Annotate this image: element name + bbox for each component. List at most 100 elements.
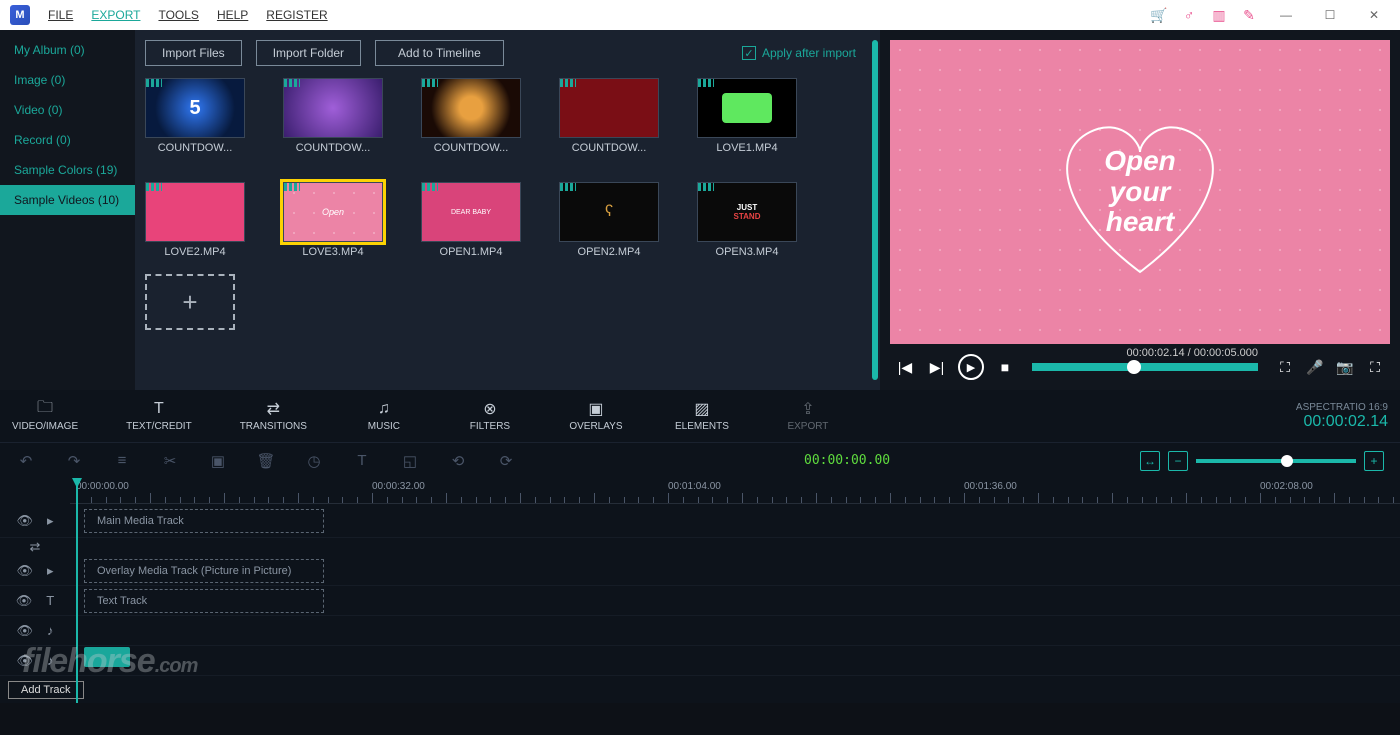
snapshot-icon[interactable]: ⛶: [1274, 356, 1296, 378]
next-frame-button[interactable]: ▶|: [926, 356, 948, 378]
thumb-countdown2[interactable]: COUNTDOW...: [283, 78, 383, 154]
add-media-button[interactable]: +: [145, 274, 235, 330]
edit-icon[interactable]: ✎: [1240, 6, 1258, 24]
tab-export[interactable]: ⇪EXPORT: [779, 400, 837, 432]
menu-export[interactable]: EXPORT: [91, 8, 140, 22]
tab-overlays[interactable]: ▣OVERLAYS: [567, 400, 625, 432]
rotate-left-icon[interactable]: ⟲: [448, 451, 468, 471]
preview-progress[interactable]: 00:00:02.14 / 00:00:05.000: [1032, 363, 1258, 371]
zoom-slider[interactable]: [1196, 459, 1356, 463]
thumb-love3[interactable]: OpenLOVE3.MP4: [283, 182, 383, 258]
thumb-label: COUNTDOW...: [559, 138, 659, 154]
track-main[interactable]: 👁▸ Main Media Track: [0, 504, 1400, 538]
menu-help[interactable]: HELP: [217, 8, 248, 22]
delete-icon[interactable]: 🗑: [256, 451, 276, 471]
timeline-ruler[interactable]: 00:00:00.00 00:00:32.00 00:01:04.00 00:0…: [70, 478, 1400, 504]
sidebar-item-record[interactable]: Record (0): [0, 125, 135, 155]
thumb-open2[interactable]: ʕOPEN2.MP4: [559, 182, 659, 258]
thumb-label: COUNTDOW...: [283, 138, 383, 154]
play-button[interactable]: ▶: [958, 354, 984, 380]
tab-transitions[interactable]: ⇄TRANSITIONS: [240, 400, 307, 432]
eye-icon[interactable]: 👁: [16, 623, 33, 639]
sidebar-item-video[interactable]: Video (0): [0, 95, 135, 125]
layout-icon[interactable]: ▥: [1210, 6, 1228, 24]
sidebar-item-samplecolors[interactable]: Sample Colors (19): [0, 155, 135, 185]
menu-tools[interactable]: TOOLS: [158, 8, 198, 22]
eye-icon[interactable]: 👁: [16, 593, 33, 609]
thumb-label: OPEN1.MP4: [421, 242, 521, 258]
progress-knob[interactable]: [1127, 360, 1141, 374]
cat-label: TEXT/CREDIT: [126, 421, 192, 432]
ruler-mark: 00:01:04.00: [668, 481, 721, 492]
stop-button[interactable]: ■: [994, 356, 1016, 378]
thumb-love1[interactable]: LOVE1.MP4: [697, 78, 797, 154]
sidebar-item-myalbum[interactable]: My Album (0): [0, 35, 135, 65]
app-logo: M: [10, 5, 30, 25]
fullscreen-icon[interactable]: ⛶: [1364, 356, 1386, 378]
minimize-button[interactable]: —: [1270, 5, 1302, 25]
crop2-icon[interactable]: ◱: [400, 451, 420, 471]
sidebar-item-samplevideos[interactable]: Sample Videos (10): [0, 185, 135, 215]
eye-icon[interactable]: 👁: [16, 563, 33, 579]
tab-text-credit[interactable]: TTEXT/CREDIT: [126, 400, 192, 432]
overlays-icon: ▣: [588, 400, 603, 418]
watermark: filehorse.com: [22, 642, 197, 681]
import-files-button[interactable]: Import Files: [145, 40, 242, 66]
zoom-fit-button[interactable]: ↔: [1140, 451, 1160, 471]
swap-icon[interactable]: ⇄: [30, 539, 41, 555]
camera-icon[interactable]: 📷: [1334, 356, 1356, 378]
import-folder-button[interactable]: Import Folder: [256, 40, 361, 66]
menu-file[interactable]: FILE: [48, 8, 73, 22]
thumb-label: OPEN3.MP4: [697, 242, 797, 258]
thumb-label: COUNTDOW...: [145, 138, 245, 154]
prev-frame-button[interactable]: |◀: [894, 356, 916, 378]
apply-after-label: Apply after import: [762, 46, 856, 60]
zoom-in-button[interactable]: +: [1364, 451, 1384, 471]
cut-icon[interactable]: ✂: [160, 451, 180, 471]
audio-track-icon: ♪: [47, 623, 54, 638]
redo-icon[interactable]: ↷: [64, 451, 84, 471]
thumb-love2[interactable]: LOVE2.MP4: [145, 182, 245, 258]
thumb-label: COUNTDOW...: [421, 138, 521, 154]
cat-label: FILTERS: [470, 421, 510, 432]
thumb-countdown1[interactable]: 5COUNTDOW...: [145, 78, 245, 154]
thumb-open1[interactable]: DEAR BABYOPEN1.MP4: [421, 182, 521, 258]
settings-icon[interactable]: ≡: [112, 451, 132, 471]
key-icon[interactable]: ♂: [1180, 6, 1198, 24]
menu-register[interactable]: REGISTER: [266, 8, 327, 22]
cat-label: MUSIC: [368, 421, 400, 432]
sidebar-item-image[interactable]: Image (0): [0, 65, 135, 95]
track-audio2[interactable]: 👁♪: [0, 646, 1400, 676]
cart-icon[interactable]: 🛒: [1150, 6, 1168, 24]
add-to-timeline-button[interactable]: Add to Timeline: [375, 40, 504, 66]
zoom-knob[interactable]: [1281, 455, 1293, 467]
thumb-open3[interactable]: JUSTSTANDOPEN3.MP4: [697, 182, 797, 258]
tab-elements[interactable]: ▨ELEMENTS: [673, 400, 731, 432]
media-scrollbar[interactable]: [872, 40, 878, 380]
tab-video-image[interactable]: 🗀VIDEO/IMAGE: [12, 400, 78, 432]
clock-icon[interactable]: ◷: [304, 451, 324, 471]
aspect-time: 00:00:02.14: [1296, 413, 1388, 431]
add-track-button[interactable]: Add Track: [8, 681, 84, 699]
maximize-button[interactable]: ☐: [1314, 5, 1346, 25]
voiceover-icon[interactable]: 🎤: [1304, 356, 1326, 378]
undo-icon[interactable]: ↶: [16, 451, 36, 471]
export-icon: ⇪: [801, 400, 814, 418]
apply-after-import-checkbox[interactable]: ✓ Apply after import: [742, 46, 856, 60]
track-swap[interactable]: ⇄: [0, 538, 1400, 556]
track-audio1[interactable]: 👁♪: [0, 616, 1400, 646]
ruler-mark: 00:02:08.00: [1260, 481, 1313, 492]
tab-music[interactable]: ♫MUSIC: [355, 400, 413, 432]
tab-filters[interactable]: ⊗FILTERS: [461, 400, 519, 432]
eye-icon[interactable]: 👁: [16, 513, 33, 529]
crop-icon[interactable]: ▣: [208, 451, 228, 471]
rotate-right-icon[interactable]: ⟳: [496, 451, 516, 471]
text-tool-icon[interactable]: T: [352, 451, 372, 471]
track-overlay[interactable]: 👁▸ Overlay Media Track (Picture in Pictu…: [0, 556, 1400, 586]
zoom-out-button[interactable]: −: [1168, 451, 1188, 471]
thumb-countdown4[interactable]: COUNTDOW...: [559, 78, 659, 154]
close-button[interactable]: ✕: [1358, 5, 1390, 25]
track-text[interactable]: 👁T Text Track: [0, 586, 1400, 616]
thumb-countdown3[interactable]: COUNTDOW...: [421, 78, 521, 154]
thumb-label: LOVE3.MP4: [283, 242, 383, 258]
